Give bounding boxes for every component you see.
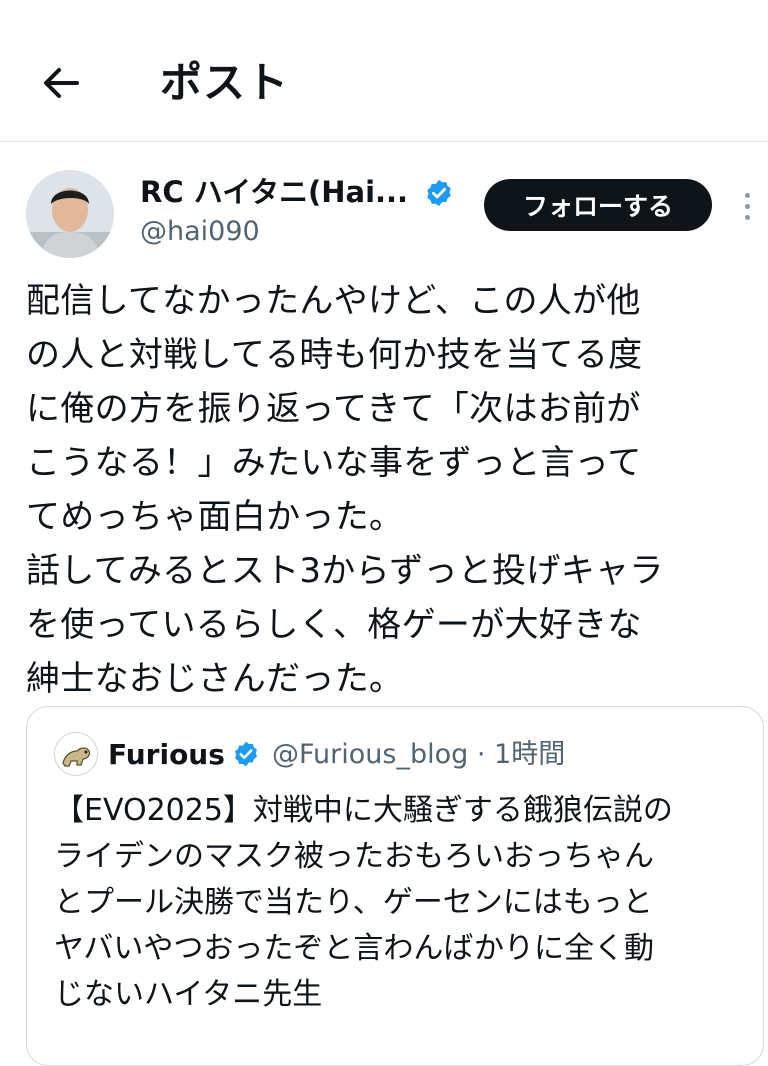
author-avatar[interactable] [26,170,114,258]
quote-author-name: Furious [108,738,225,771]
verified-badge-icon [235,741,257,767]
dog-logo-icon [55,733,97,775]
follow-button[interactable]: フォローする [484,179,712,231]
arrow-left-icon [44,68,79,98]
author-name[interactable]: RC ハイタニ(Hai... [140,172,408,212]
post-body-text: 配信してなかったんやけど、この人が他 の人と対戦してる時も何か技を当てる度 に俺… [26,281,664,699]
more-vertical-icon [744,192,750,198]
quote-body-text: 【EVO2025】対戦中に大騒ぎする餓狼伝説の ライデンのマスク被ったおもろいお… [54,793,673,1012]
verified-badge-icon [427,179,451,207]
page-title: ポスト [160,58,290,107]
more-vertical-icon-dot [744,214,750,220]
more-options-button[interactable] [736,186,758,226]
quote-author-avatar [54,732,98,776]
top-bar: ポスト [0,0,768,142]
back-button[interactable] [36,60,86,106]
quote-meta: @Furious_blog · 1時間 [272,739,566,770]
author-avatar-image [26,170,114,258]
more-vertical-icon-dot [744,203,750,209]
author-handle[interactable]: @hai090 [140,212,260,252]
